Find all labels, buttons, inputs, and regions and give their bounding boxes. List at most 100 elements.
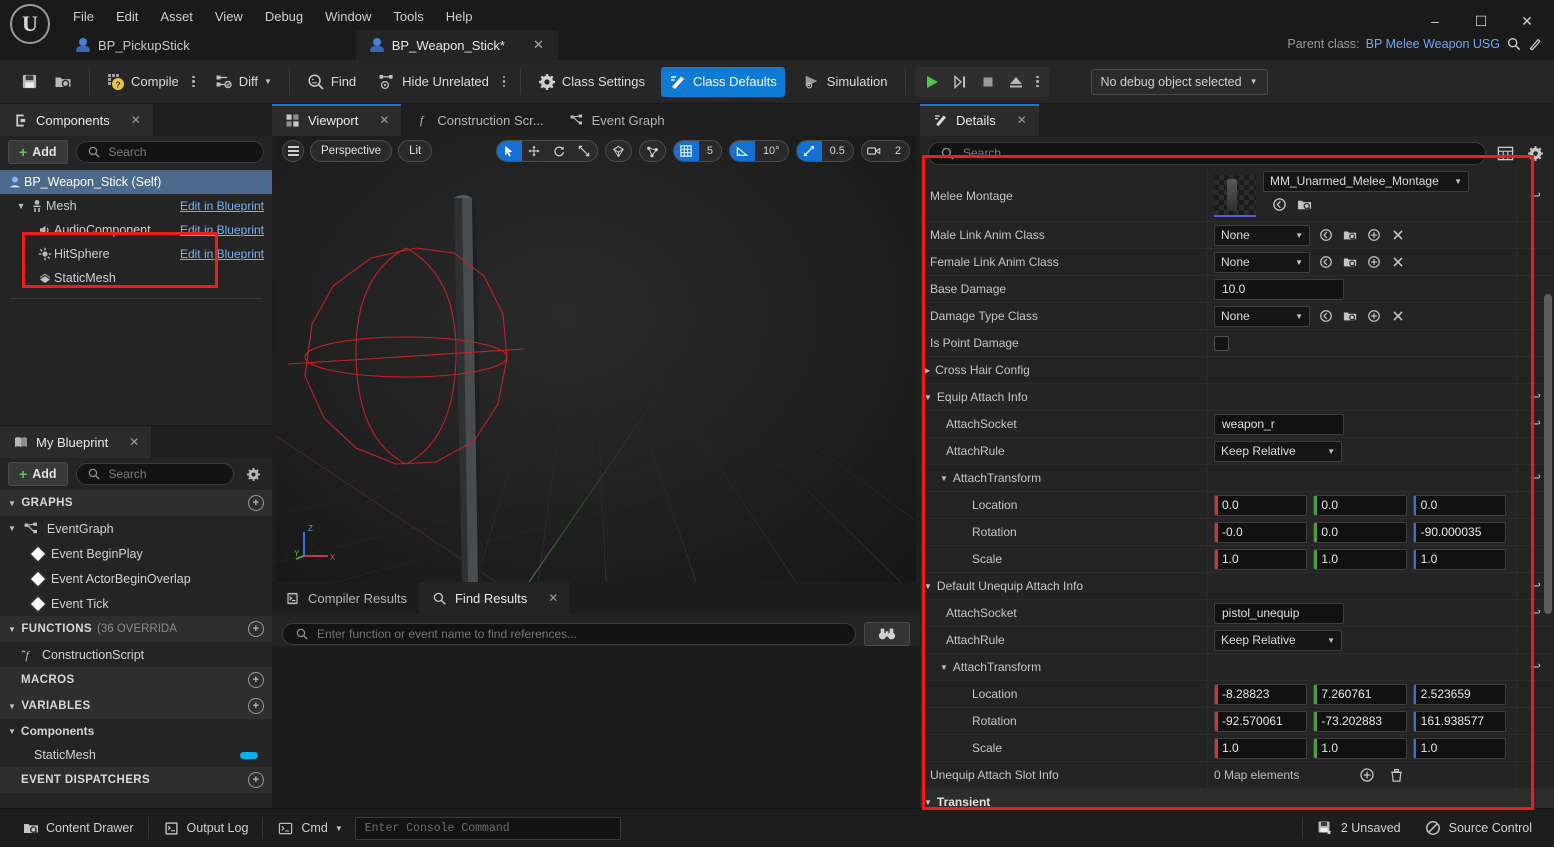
attach-rule-combo[interactable]: Keep Relative ▼ [1214,440,1342,462]
tab-details[interactable]: Details ✕ [920,104,1039,136]
chevron-down-icon[interactable]: ▼ [940,663,948,672]
close-icon[interactable]: ✕ [129,435,139,449]
camera-speed-icon[interactable] [862,141,887,161]
section-variables[interactable]: ▼ VARIABLES + [0,693,272,719]
add-component-button[interactable]: + Add [8,140,68,164]
details-property-list[interactable]: Melee Montage MM_Unarmed_Melee_Montage ▼ [920,170,1554,808]
class-settings-button[interactable]: Class Settings [530,67,653,97]
property-category-row[interactable]: ▼ Default Unequip Attach Info ↩ [920,573,1554,600]
menu-window[interactable]: Window [314,6,382,27]
hide-unrelated-options-button[interactable] [497,69,511,95]
unsaved-button[interactable]: 2 Unsaved [1305,815,1413,842]
world-coords-icon[interactable] [606,141,631,161]
property-row[interactable]: Location 0.0 0.0 0.0 [920,492,1554,519]
menu-help[interactable]: Help [435,6,484,27]
use-selected-asset-icon[interactable] [1317,227,1334,244]
stop-button[interactable] [975,69,1001,95]
browse-asset-icon[interactable] [1341,227,1358,244]
find-button[interactable]: Find [299,67,364,97]
edit-pencil-icon[interactable] [1527,36,1542,51]
property-row[interactable]: AttachSocket pistol_unequip ↩ [920,600,1554,627]
edit-in-blueprint-link[interactable]: Edit in Blueprint [180,199,264,213]
property-category-row[interactable]: ▶ Cross Hair Config [920,357,1554,384]
play-options-button[interactable] [1031,69,1045,95]
snap-pivot-icon[interactable] [640,141,665,161]
search-icon[interactable] [1506,36,1521,51]
location-x-input[interactable]: -8.28823 [1214,683,1308,705]
angle-snap-icon[interactable] [729,141,755,161]
components-search-input[interactable]: Search [75,141,264,163]
property-row[interactable]: Base Damage 10.0 [920,276,1554,303]
property-row[interactable]: Rotation -92.570061 -73.202883 161.93857… [920,708,1554,735]
property-category-row[interactable]: ▼ AttachTransform ↩ [920,654,1554,681]
simulation-button[interactable]: Simulation [795,67,896,97]
viewport-shading-button[interactable]: Lit [398,140,433,162]
event-item-actorbeginoverlap[interactable]: Event ActorBeginOverlap [0,566,272,591]
browse-content-button[interactable] [46,67,80,97]
viewport-perspective-button[interactable]: Perspective [310,140,393,162]
tab-my-blueprint[interactable]: My Blueprint ✕ [0,426,152,458]
details-scrollbar[interactable] [1544,294,1552,694]
new-asset-icon[interactable] [1365,308,1382,325]
grid-snap-value[interactable]: 5 [699,141,721,161]
chevron-down-icon[interactable]: ▼ [924,798,932,807]
menu-asset[interactable]: Asset [149,6,204,27]
close-icon[interactable]: ✕ [1017,113,1027,127]
add-variable-button[interactable]: + [248,698,264,714]
attach-rule-combo[interactable]: Keep Relative ▼ [1214,629,1342,651]
section-functions[interactable]: ▼ FUNCTIONS (36 OVERRIDA + [0,616,272,642]
location-z-input[interactable]: 0.0 [1412,494,1506,516]
asset-combo[interactable]: MM_Unarmed_Melee_Montage ▼ [1263,170,1469,192]
viewport-menu-icon[interactable] [282,140,304,162]
eject-button[interactable] [1003,69,1029,95]
scale-snap-icon[interactable] [796,141,822,161]
scale-z-input[interactable]: 1.0 [1412,548,1506,570]
location-y-input[interactable]: 0.0 [1313,494,1407,516]
menu-debug[interactable]: Debug [254,6,314,27]
rotation-x-input[interactable]: -92.570061 [1214,710,1308,732]
tree-item-self[interactable]: BP_Weapon_Stick (Self) [0,170,272,194]
edit-in-blueprint-link[interactable]: Edit in Blueprint [180,247,264,261]
asset-thumbnail[interactable] [1214,174,1256,217]
chevron-down-icon[interactable]: ▼ [8,727,16,736]
chevron-down-icon[interactable]: ▼ [924,582,932,591]
step-button[interactable] [947,69,973,95]
myblueprint-search-input[interactable]: Search [75,463,234,485]
find-advanced-button[interactable] [864,622,910,646]
section-graphs[interactable]: ▼ GRAPHS + [0,490,272,516]
graph-item-eventgraph[interactable]: ▼ EventGraph [0,516,272,541]
is-point-damage-checkbox[interactable] [1214,335,1229,351]
scale-y-input[interactable]: 1.0 [1313,737,1407,759]
rotation-y-input[interactable]: -73.202883 [1313,710,1407,732]
property-row[interactable]: Melee Montage MM_Unarmed_Melee_Montage ▼ [920,170,1554,222]
class-defaults-button[interactable]: Class Defaults [660,66,785,97]
class-combo[interactable]: None ▼ [1214,224,1310,246]
function-item-constructionscript[interactable]: f ConstructionScript [0,642,272,667]
clear-asset-icon[interactable] [1389,227,1406,244]
menu-view[interactable]: View [204,6,254,27]
add-macro-button[interactable]: + [248,672,264,688]
save-button[interactable] [12,67,46,97]
maximize-button[interactable]: ☐ [1458,6,1504,36]
class-combo[interactable]: None ▼ [1214,251,1310,273]
tab-bp-weapon-stick[interactable]: BP_Weapon_Stick* ✕ [355,30,558,60]
property-row[interactable]: Female Link Anim Class None ▼ [920,249,1554,276]
column-settings-icon[interactable] [1494,142,1516,164]
edit-in-blueprint-link[interactable]: Edit in Blueprint [180,223,264,237]
property-row[interactable]: AttachSocket weapon_r ↩ [920,411,1554,438]
chevron-right-icon[interactable]: ▶ [924,366,930,375]
property-row[interactable]: AttachRule Keep Relative ▼ [920,627,1554,654]
attach-socket-input[interactable]: weapon_r [1214,413,1344,435]
tree-item-audiocomponent[interactable]: AudioComponent Edit in Blueprint [0,218,272,242]
tree-item-mesh[interactable]: ▼ Mesh Edit in Blueprint [0,194,272,218]
tree-item-staticmesh[interactable]: StaticMesh [0,266,272,290]
add-event-dispatcher-button[interactable]: + [248,772,264,788]
close-icon[interactable]: ✕ [548,591,558,605]
property-row[interactable]: Damage Type Class None ▼ [920,303,1554,330]
event-item-tick[interactable]: Event Tick [0,591,272,616]
event-item-beginplay[interactable]: Event BeginPlay [0,541,272,566]
close-button[interactable]: ✕ [1504,6,1550,36]
property-row[interactable]: Male Link Anim Class None ▼ [920,222,1554,249]
compile-options-button[interactable] [187,69,201,95]
menu-tools[interactable]: Tools [382,6,434,27]
